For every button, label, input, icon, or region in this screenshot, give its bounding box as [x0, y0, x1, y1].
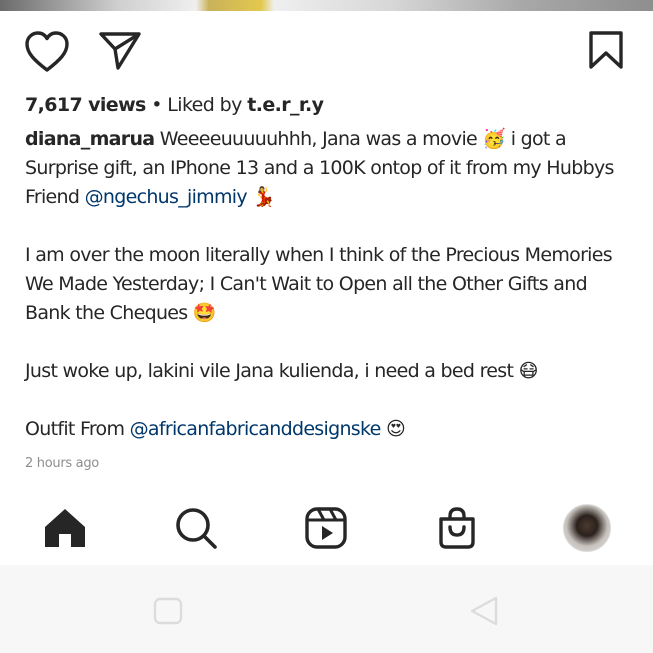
caption-text: I am over the moon literally when I thin…	[25, 244, 613, 324]
heart-icon[interactable]	[24, 30, 70, 74]
liked-by-prefix: Liked by	[167, 94, 242, 116]
views-count[interactable]: 7,617 views	[25, 94, 146, 116]
party-face-emoji: 🥳	[482, 128, 506, 150]
post-caption: diana_marua Weeeeuuuuuhhh, Jana was a mo…	[25, 125, 635, 444]
liked-by-user[interactable]: t.e.r_r.y	[247, 94, 324, 116]
caption-username[interactable]: diana_marua	[25, 128, 155, 150]
dancer-emoji: 💃	[252, 186, 276, 208]
profile-avatar	[563, 504, 611, 552]
separator: •	[151, 94, 162, 116]
heart-eyes-emoji: 😍	[385, 418, 406, 440]
post-image-bottom-edge	[0, 0, 653, 11]
nav-home[interactable]	[35, 498, 95, 558]
back-button[interactable]	[468, 595, 500, 627]
system-nav-bar	[0, 565, 653, 653]
nav-reels[interactable]	[296, 498, 356, 558]
home-icon	[45, 509, 85, 547]
caption-text: Outfit From	[25, 418, 125, 440]
shop-bag-icon	[439, 507, 475, 549]
nav-profile[interactable]	[557, 498, 617, 558]
bottom-nav	[0, 498, 653, 558]
views-liked-by: 7,617 views • Liked by t.e.r_r.y	[25, 94, 324, 116]
send-icon[interactable]	[98, 31, 142, 71]
post-timestamp: 2 hours ago	[25, 456, 99, 471]
nav-search[interactable]	[166, 498, 226, 558]
caption-text: Just woke up, lakini vile Jana kulienda,…	[25, 360, 514, 382]
mask-face-emoji: 😷	[518, 360, 539, 382]
reels-icon	[305, 507, 347, 549]
caption-text: Weeeeuuuuuhhh, Jana was a movie	[159, 128, 478, 150]
nav-shop[interactable]	[427, 498, 487, 558]
recents-button[interactable]	[152, 596, 184, 626]
star-struck-emoji: 🤩	[192, 302, 217, 324]
mention-link[interactable]: @ngechus_jimmiy	[85, 186, 248, 208]
mention-link[interactable]: @africanfabricanddesignske	[130, 418, 382, 440]
bookmark-icon[interactable]	[588, 30, 624, 70]
search-icon	[176, 508, 217, 549]
